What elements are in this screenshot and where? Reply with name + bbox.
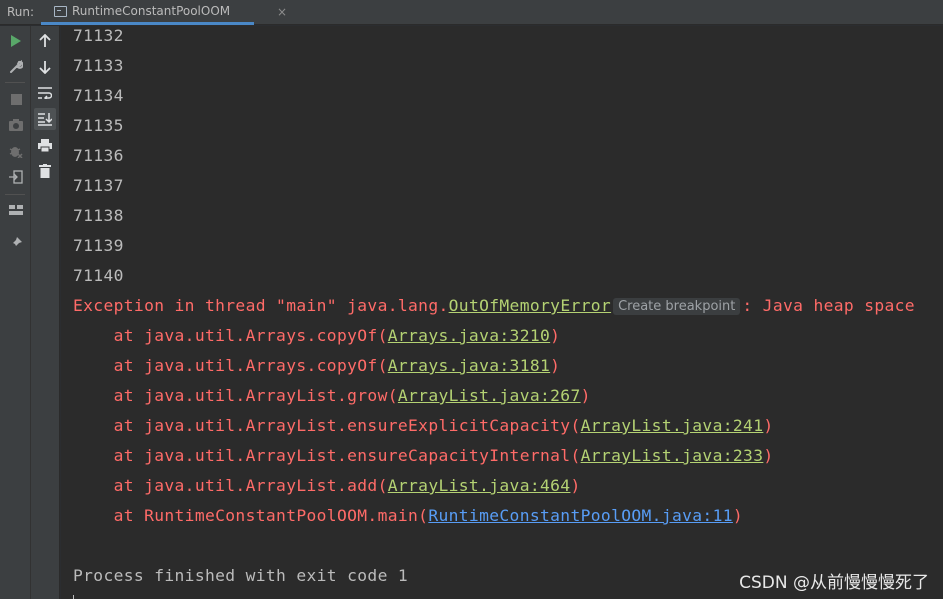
stack-source-link[interactable]: ArrayList.java:233 <box>581 446 764 465</box>
down-arrow-icon[interactable] <box>34 56 56 78</box>
console-line: 71137 <box>73 176 124 195</box>
up-arrow-icon[interactable] <box>34 30 56 52</box>
tab-label: RuntimeConstantPoolOOM <box>72 4 231 18</box>
stack-method: at java.util.ArrayList.ensureExplicitCap… <box>73 416 581 435</box>
console-icon <box>54 5 67 17</box>
wrench-icon[interactable] <box>5 56 27 78</box>
stack-method: at java.util.Arrays.copyOf( <box>73 356 388 375</box>
console-line: 71140 <box>73 266 124 285</box>
stack-trace-line: at java.util.ArrayList.add(ArrayList.jav… <box>73 476 581 496</box>
stack-close-paren: ) <box>570 476 581 495</box>
login-exit-icon[interactable] <box>5 166 27 188</box>
run-toolbar-secondary <box>31 26 60 599</box>
stack-source-link[interactable]: Arrays.java:3181 <box>388 356 550 375</box>
stack-trace-line: at java.util.ArrayList.ensureCapacityInt… <box>73 446 774 466</box>
print-icon[interactable] <box>34 134 56 156</box>
console-output[interactable]: 71132 71133 71134 71135 71136 71137 7113… <box>61 26 943 599</box>
stack-close-paren: ) <box>550 356 561 375</box>
run-toolwindow-header: Run: RuntimeConstantPoolOOM × <box>0 0 943 25</box>
tab-runtime-constant-pool-oom[interactable]: RuntimeConstantPoolOOM × <box>41 0 287 25</box>
create-breakpoint-hint[interactable]: Create breakpoint <box>613 298 741 315</box>
console-line: 71138 <box>73 206 124 225</box>
close-icon[interactable]: × <box>277 5 287 19</box>
toolbar-separator <box>5 82 25 83</box>
exception-suffix: : Java heap space <box>742 296 915 315</box>
layout-icon[interactable] <box>5 199 27 221</box>
stack-close-paren: ) <box>580 386 591 405</box>
stack-trace-line: at java.util.ArrayList.ensureExplicitCap… <box>73 416 774 436</box>
debug-bug-icon[interactable] <box>5 140 27 162</box>
stack-source-link[interactable]: ArrayList.java:267 <box>398 386 581 405</box>
stack-method: at RuntimeConstantPoolOOM.main( <box>73 506 429 525</box>
run-label: Run: <box>7 5 35 19</box>
stack-trace-line: at java.util.ArrayList.grow(ArrayList.ja… <box>73 386 591 406</box>
stack-method: at java.util.ArrayList.grow( <box>73 386 398 405</box>
console-line: 71139 <box>73 236 124 255</box>
trash-icon[interactable] <box>34 160 56 182</box>
exception-line: Exception in thread "main" java.lang.Out… <box>73 296 915 316</box>
watermark: CSDN @从前慢慢慢死了 <box>739 573 929 593</box>
text-caret <box>73 595 74 599</box>
stack-method: at java.util.ArrayList.ensureCapacityInt… <box>73 446 581 465</box>
stack-trace-line: at java.util.Arrays.copyOf(Arrays.java:3… <box>73 356 560 376</box>
exception-prefix: Exception in thread "main" java.lang. <box>73 296 449 315</box>
stack-trace-line: at RuntimeConstantPoolOOM.main(RuntimeCo… <box>73 506 743 526</box>
stack-trace-line: at java.util.Arrays.copyOf(Arrays.java:3… <box>73 326 560 346</box>
process-exit-message: Process finished with exit code 1 <box>73 566 409 585</box>
soft-wrap-icon[interactable] <box>34 82 56 104</box>
console-line: 71133 <box>73 56 124 75</box>
stack-method: at java.util.ArrayList.add( <box>73 476 388 495</box>
scroll-to-end-icon[interactable] <box>34 108 56 130</box>
console-line: 71132 <box>73 26 124 45</box>
console-line: 71135 <box>73 116 124 135</box>
stack-source-link[interactable]: Arrays.java:3210 <box>388 326 550 345</box>
stack-source-link[interactable]: ArrayList.java:241 <box>581 416 764 435</box>
console-line: 71134 <box>73 86 124 105</box>
stop-icon[interactable] <box>5 88 27 110</box>
stack-method: at java.util.Arrays.copyOf( <box>73 326 388 345</box>
stack-close-paren: ) <box>763 446 774 465</box>
exception-class-link[interactable]: OutOfMemoryError <box>449 296 611 315</box>
stack-close-paren: ) <box>550 326 561 345</box>
stack-close-paren: ) <box>763 416 774 435</box>
toolbar-separator <box>5 194 25 195</box>
run-icon[interactable] <box>5 30 27 52</box>
pin-icon[interactable] <box>5 232 27 254</box>
run-toolbar-primary <box>0 26 31 599</box>
stack-close-paren: ) <box>732 506 744 525</box>
console-line: 71136 <box>73 146 124 165</box>
camera-icon[interactable] <box>5 114 27 136</box>
stack-source-link[interactable]: RuntimeConstantPoolOOM.java:11 <box>428 506 733 525</box>
stack-source-link[interactable]: ArrayList.java:464 <box>388 476 571 495</box>
